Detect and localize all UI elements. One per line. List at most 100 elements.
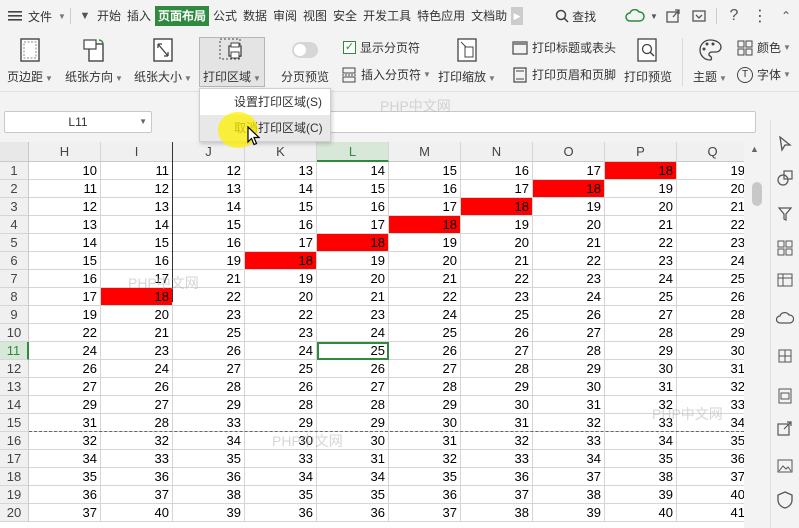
vertical-scrollbar[interactable]: ▲	[744, 142, 770, 528]
cell-J11[interactable]: 26	[173, 342, 245, 360]
cell-I4[interactable]: 14	[101, 216, 173, 234]
cell-O10[interactable]: 27	[533, 324, 605, 342]
cell-I16[interactable]: 32	[101, 432, 173, 450]
file-menu[interactable]: 文件 ▼	[0, 0, 66, 32]
cell-P16[interactable]: 34	[605, 432, 677, 450]
spreadsheet-grid[interactable]: H I J K L M N O P Q 1 10 11 12 13 14 15 16 17 18 19 2 11 12 13 14…	[0, 142, 744, 528]
cell-M20[interactable]: 37	[389, 504, 461, 522]
cell-J13[interactable]: 28	[173, 378, 245, 396]
cell-Q6[interactable]: 24	[677, 252, 744, 270]
cell-J16[interactable]: 34	[173, 432, 245, 450]
cell-L9[interactable]: 23	[317, 306, 389, 324]
cell-N9[interactable]: 25	[461, 306, 533, 324]
cell-O9[interactable]: 26	[533, 306, 605, 324]
pointer-icon[interactable]	[775, 134, 795, 154]
cell-N6[interactable]: 21	[461, 252, 533, 270]
cell-I9[interactable]: 20	[101, 306, 173, 324]
cell-H14[interactable]: 29	[29, 396, 101, 414]
cell-Q9[interactable]: 28	[677, 306, 744, 324]
cell-M11[interactable]: 26	[389, 342, 461, 360]
scroll-thumb[interactable]	[752, 182, 762, 206]
cell-O3[interactable]: 19	[533, 198, 605, 216]
cell-I18[interactable]: 36	[101, 468, 173, 486]
collapse-icon[interactable]	[686, 4, 712, 28]
cell-H15[interactable]: 31	[29, 414, 101, 432]
cell-P3[interactable]: 20	[605, 198, 677, 216]
cell-J7[interactable]: 21	[173, 270, 245, 288]
more-icon[interactable]: ⋮	[747, 4, 773, 28]
picture-icon[interactable]	[775, 456, 795, 476]
cell-O19[interactable]: 38	[533, 486, 605, 504]
cell-L5[interactable]: 18	[317, 234, 389, 252]
cell-H9[interactable]: 19	[29, 306, 101, 324]
share-icon[interactable]	[660, 4, 686, 28]
share-icon[interactable]	[775, 418, 795, 438]
tab-2[interactable]: 页面布局	[154, 6, 209, 26]
cell-N4[interactable]: 19	[461, 216, 533, 234]
fonts-button[interactable]: T 字体 ▼	[737, 66, 791, 83]
cell-I14[interactable]: 27	[101, 396, 173, 414]
cell-N5[interactable]: 20	[461, 234, 533, 252]
cell-H3[interactable]: 12	[29, 198, 101, 216]
cell-J14[interactable]: 29	[173, 396, 245, 414]
cell-O18[interactable]: 37	[533, 468, 605, 486]
menu-icon[interactable]: ▼	[75, 4, 95, 28]
cell-P17[interactable]: 35	[605, 450, 677, 468]
cell-N12[interactable]: 28	[461, 360, 533, 378]
cell-L15[interactable]: 29	[317, 414, 389, 432]
cell-Q18[interactable]: 37	[677, 468, 744, 486]
cell-K8[interactable]: 20	[245, 288, 317, 306]
cell-J20[interactable]: 39	[173, 504, 245, 522]
search-box[interactable]: 查找	[555, 8, 596, 25]
colors-button[interactable]: 颜色 ▼	[737, 39, 791, 56]
cell-Q13[interactable]: 32	[677, 378, 744, 396]
tab-8[interactable]: 开发工具	[361, 6, 413, 26]
cell-H8[interactable]: 17	[29, 288, 101, 306]
show-page-breaks-checkbox[interactable]: ✓ 显示分页符	[343, 39, 420, 56]
cell-L18[interactable]: 34	[317, 468, 389, 486]
cell-I10[interactable]: 21	[101, 324, 173, 342]
column-header-N[interactable]: N	[461, 142, 533, 162]
cell-J18[interactable]: 36	[173, 468, 245, 486]
tab-10[interactable]: 文档助	[469, 6, 509, 26]
print-area-button[interactable]: 打印区域 ▼	[203, 36, 261, 85]
column-header-O[interactable]: O	[533, 142, 605, 162]
mini-table-icon[interactable]	[775, 346, 795, 366]
cell-L20[interactable]: 36	[317, 504, 389, 522]
orientation-button[interactable]: 纸张方向 ▼	[65, 36, 123, 85]
cell-M8[interactable]: 22	[389, 288, 461, 306]
cell-O13[interactable]: 30	[533, 378, 605, 396]
cell-M5[interactable]: 19	[389, 234, 461, 252]
row-header-8[interactable]: 8	[0, 288, 29, 306]
cell-K1[interactable]: 13	[245, 162, 317, 180]
cell-I12[interactable]: 24	[101, 360, 173, 378]
cell-Q1[interactable]: 19	[677, 162, 744, 180]
cell-M16[interactable]: 31	[389, 432, 461, 450]
cell-O16[interactable]: 33	[533, 432, 605, 450]
cell-J8[interactable]: 22	[173, 288, 245, 306]
cell-M4[interactable]: 18	[389, 216, 461, 234]
cell-L8[interactable]: 21	[317, 288, 389, 306]
cell-J19[interactable]: 38	[173, 486, 245, 504]
cell-K2[interactable]: 14	[245, 180, 317, 198]
cell-O15[interactable]: 32	[533, 414, 605, 432]
set-print-area-item[interactable]: 设置打印区域(S)	[200, 89, 330, 115]
chevron-down-icon[interactable]: ▼	[648, 4, 660, 28]
cell-N19[interactable]: 37	[461, 486, 533, 504]
cell-N1[interactable]: 16	[461, 162, 533, 180]
cell-P18[interactable]: 38	[605, 468, 677, 486]
cell-M3[interactable]: 17	[389, 198, 461, 216]
cell-K4[interactable]: 16	[245, 216, 317, 234]
cell-I15[interactable]: 28	[101, 414, 173, 432]
table-icon[interactable]	[775, 270, 795, 290]
cloud-sync-icon[interactable]	[622, 4, 648, 28]
cell-L12[interactable]: 26	[317, 360, 389, 378]
cell-N3[interactable]: 18	[461, 198, 533, 216]
cell-Q15[interactable]: 34	[677, 414, 744, 432]
cell-P4[interactable]: 21	[605, 216, 677, 234]
cell-K18[interactable]: 34	[245, 468, 317, 486]
name-box[interactable]: L11 ▼	[4, 111, 152, 133]
cell-Q11[interactable]: 30	[677, 342, 744, 360]
cell-M10[interactable]: 25	[389, 324, 461, 342]
cell-Q7[interactable]: 25	[677, 270, 744, 288]
